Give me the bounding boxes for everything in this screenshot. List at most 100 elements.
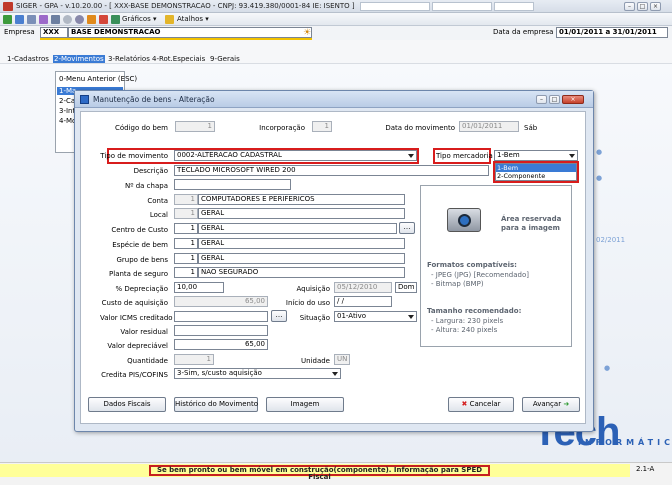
grupo-label: Grupo de bens [116, 256, 169, 264]
menu-relatorios[interactable]: 3-Relatórios [108, 55, 150, 63]
cancelar-button[interactable]: ✖ Cancelar [448, 397, 514, 412]
dropdown-item-menu-anterior[interactable]: 0-Menu Anterior (ESC) [59, 75, 137, 83]
atalhos-menu[interactable]: Atalhos ▾ [177, 15, 209, 23]
maximize-icon[interactable]: □ [637, 2, 648, 11]
quantidade-field[interactable]: 1 [174, 354, 214, 365]
historico-movimento-button[interactable]: Histórico do Movimento [174, 397, 258, 412]
tipo-movimento-label: Tipo de movimento [100, 152, 168, 160]
shortcut-icon[interactable] [165, 15, 174, 24]
chapa-label: Nº da chapa [124, 182, 168, 190]
grupo-code[interactable]: 1 [174, 253, 198, 264]
hint-icon[interactable]: ☀ [303, 28, 311, 38]
dados-fiscais-button[interactable]: Dados Fiscais [88, 397, 166, 412]
local-code[interactable]: 1 [174, 208, 198, 219]
link-icon[interactable] [51, 15, 60, 24]
dialog-title: Manutenção de bens - Alteração [93, 95, 215, 104]
empresa-code[interactable]: XXX [40, 27, 68, 38]
data-empresa-label: Data da empresa [493, 28, 554, 36]
minimize-icon[interactable]: – [624, 2, 635, 11]
custo-aquisicao-label: Custo de aquisição [101, 299, 168, 307]
pis-cofins-label: Credita PIS/COFINS [101, 371, 168, 379]
menu-movimentos[interactable]: 2-Movimentos [53, 55, 105, 63]
refresh-icon[interactable] [63, 15, 72, 24]
list-icon[interactable] [27, 15, 36, 24]
status-message-area: Se bem pronto ou bem móvel em construção… [0, 464, 630, 481]
centro-custo-code[interactable]: 1 [174, 223, 198, 234]
dialog-maximize-icon[interactable]: □ [549, 95, 560, 104]
menu-gerais[interactable]: 9-Gerais [210, 55, 240, 63]
situacao-label: Situação [299, 314, 330, 322]
unidade-field[interactable]: UN [334, 354, 350, 365]
tipo-mercadoria-option-bem[interactable]: 1-Bem [496, 164, 576, 172]
codigo-field[interactable]: 1 [175, 121, 215, 132]
depreciacao-label: % Depreciação [115, 285, 168, 293]
image-area-text-2: para a imagem [501, 224, 560, 232]
back-icon[interactable] [3, 15, 12, 24]
dialog-close-icon[interactable]: × [562, 95, 584, 104]
pis-cofins-value: 3-Sim, s/custo aquisição [177, 369, 262, 377]
planta-code[interactable]: 1 [174, 267, 198, 278]
centro-custo-lookup-button[interactable]: … [399, 222, 415, 234]
dropdown-item-3[interactable]: 3-Int [59, 107, 75, 115]
inicio-uso-field[interactable]: / / [334, 296, 392, 307]
conta-code[interactable]: 1 [174, 194, 198, 205]
icms-field[interactable] [174, 311, 268, 322]
icms-lookup-button[interactable]: … [271, 310, 287, 322]
aquisicao-label: Aquisição [296, 285, 330, 293]
residual-label: Valor residual [120, 328, 168, 336]
data-empresa-value: 01/01/2011 a 31/01/2011 [556, 27, 668, 38]
tipo-movimento-select[interactable]: 0002-ALTERACAO CADASTRAL [174, 150, 417, 161]
tipo-mercadoria-select[interactable]: 1-Bem [494, 150, 578, 161]
pis-cofins-arrow-icon[interactable] [332, 372, 338, 376]
situacao-arrow-icon[interactable] [408, 315, 414, 319]
users-icon[interactable] [87, 15, 96, 24]
chapa-field[interactable] [174, 179, 291, 190]
help-icon[interactable] [99, 15, 108, 24]
incorporacao-field[interactable]: 1 [312, 121, 332, 132]
tree-icon[interactable] [39, 15, 48, 24]
bg-bullet-3: ● [604, 364, 611, 372]
close-icon[interactable]: × [650, 2, 661, 11]
imagem-button[interactable]: Imagem [266, 397, 344, 412]
tipo-mercadoria-label: Tipo mercadoria [436, 152, 493, 160]
unidade-label: Unidade [301, 357, 330, 365]
tipo-mercadoria-arrow-icon[interactable] [569, 154, 575, 158]
avancar-button[interactable]: Avançar ➜ [522, 397, 580, 412]
data-movimento-day: Sáb [524, 124, 538, 132]
local-label: Local [149, 211, 168, 219]
image-placeholder-panel[interactable]: Área reservada para a imagem Formatos co… [420, 185, 572, 347]
situacao-select[interactable]: 01-Ativo [334, 311, 417, 322]
tipo-movimento-value: 0002-ALTERACAO CADASTRAL [177, 151, 282, 159]
avancar-label: Avançar [532, 400, 562, 408]
aquisicao-field[interactable]: 05/12/2010 [334, 282, 392, 293]
depreciacao-field[interactable]: 10,00 [174, 282, 224, 293]
image-area-text-1: Área reservada [501, 215, 562, 223]
camera-icon [447, 208, 481, 232]
graficos-menu[interactable]: Gráficos ▾ [122, 15, 157, 23]
icms-label: Valor ICMS creditado [100, 314, 173, 322]
data-movimento-field[interactable]: 01/01/2011 [459, 121, 519, 132]
tipo-movimento-arrow-icon[interactable] [408, 154, 414, 158]
bg-bullet-2: ● [596, 174, 603, 182]
globe-icon[interactable] [75, 15, 84, 24]
custo-aquisicao-field[interactable]: 65,00 [174, 296, 268, 307]
chart-icon[interactable] [111, 15, 120, 24]
pis-cofins-select[interactable]: 3-Sim, s/custo aquisição [174, 368, 341, 379]
menu-rot-especiais[interactable]: 4-Rot.Especiais [152, 55, 205, 63]
dropdown-item-2[interactable]: 2-Ca [59, 97, 75, 105]
depreciavel-label: Valor depreciável [107, 342, 168, 350]
window-titlebar: SIGER - GPA - v.10.20.00 - [ XXX-BASE DE… [0, 0, 672, 13]
tipo-mercadoria-value: 1-Bem [497, 151, 520, 159]
residual-field[interactable] [174, 325, 268, 336]
tipo-mercadoria-option-componente[interactable]: 2-Componente [496, 172, 576, 180]
inicio-uso-label: Início do uso [285, 299, 330, 307]
grid-icon[interactable] [15, 15, 24, 24]
centro-custo-name: GERAL [198, 223, 397, 234]
image-size-height: - Altura: 240 pixels [431, 326, 498, 334]
descricao-field[interactable]: TECLADO MICROSOFT WIRED 200 [174, 165, 489, 176]
menu-cadastros[interactable]: 1-Cadastros [7, 55, 49, 63]
empresa-row: Empresa XXX BASE DEMONSTRACAO ☀ Data da … [0, 26, 672, 40]
especie-code[interactable]: 1 [174, 238, 198, 249]
dialog-minimize-icon[interactable]: – [536, 95, 547, 104]
status-message: Se bem pronto ou bem móvel em construção… [149, 465, 490, 481]
